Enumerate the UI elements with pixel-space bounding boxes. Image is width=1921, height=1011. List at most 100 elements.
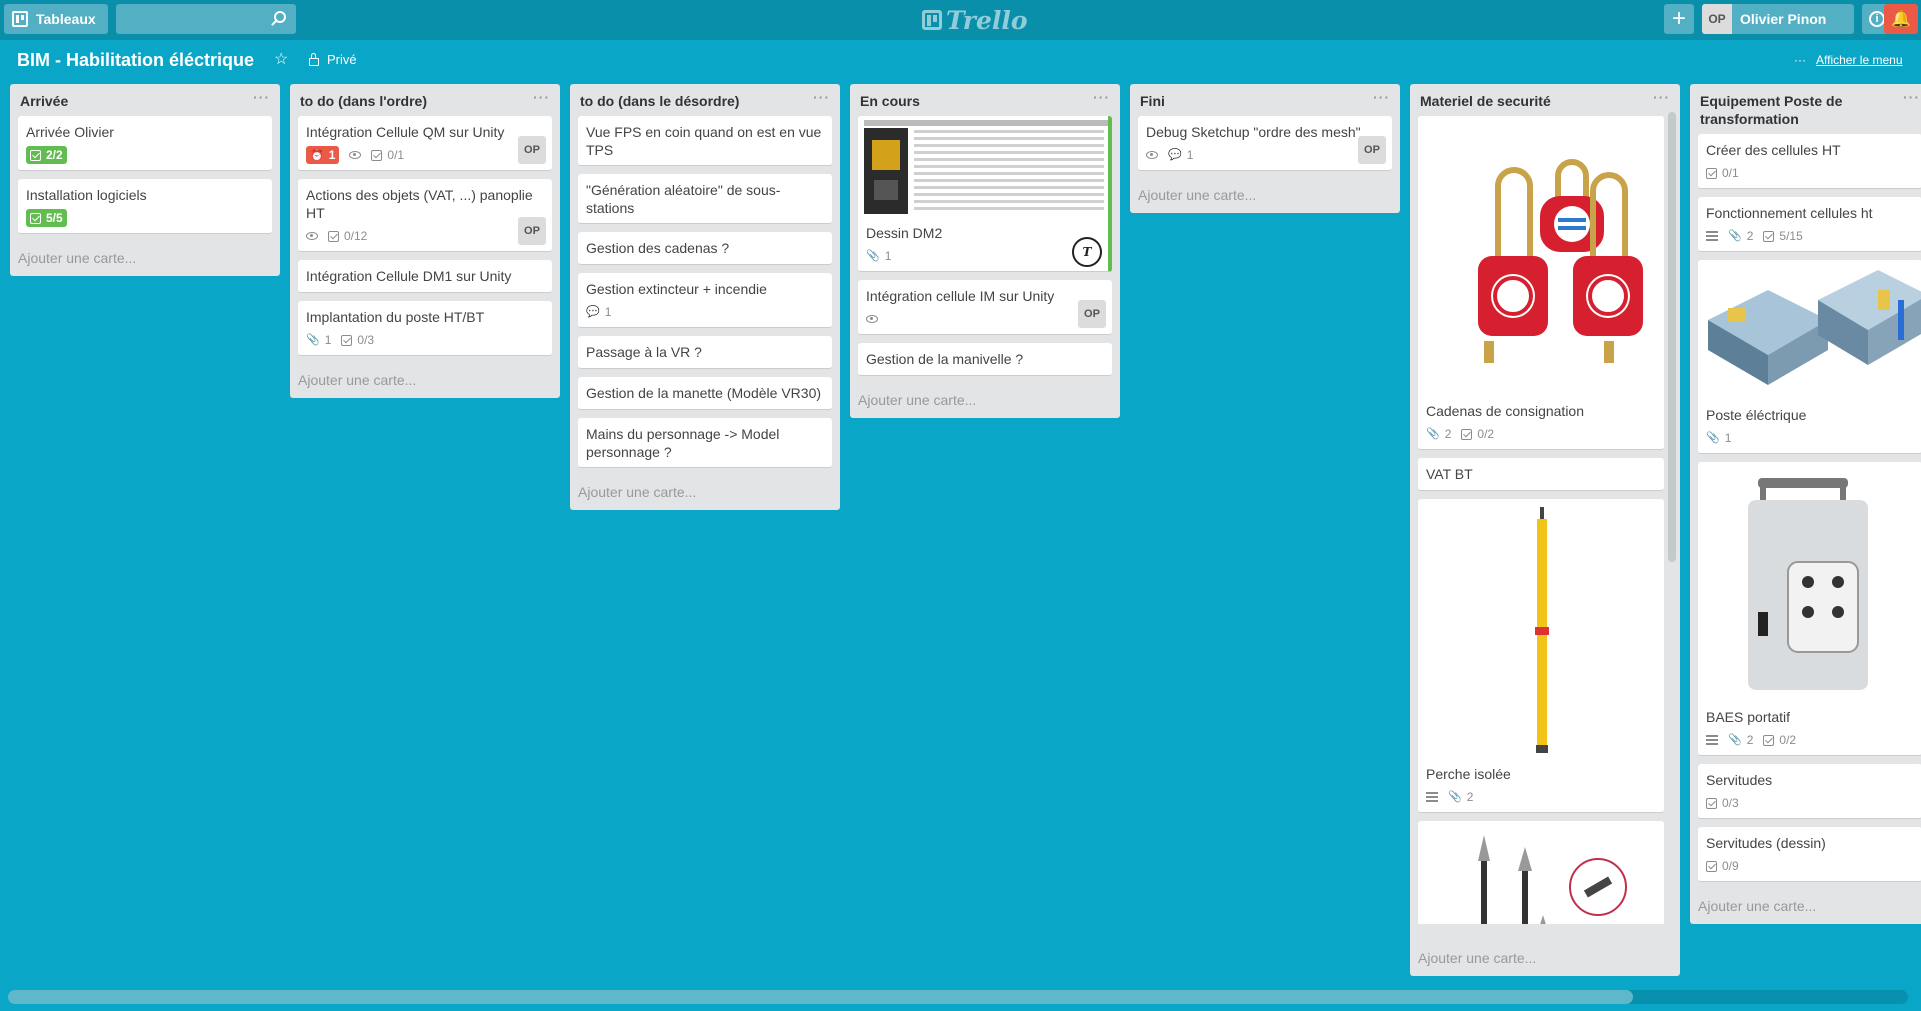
list-title[interactable]: Arrivée bbox=[20, 93, 68, 109]
card[interactable]: Servitudes (dessin) 0/9 bbox=[1698, 827, 1921, 882]
list-menu-icon[interactable]: ··· bbox=[1093, 88, 1110, 106]
card-title: Perche isolée bbox=[1426, 766, 1511, 782]
card[interactable]: Gestion de la manette (Modèle VR30) bbox=[578, 377, 832, 410]
list-title[interactable]: Equipement Poste de transformation bbox=[1700, 93, 1842, 127]
card[interactable]: Intégration Cellule QM sur Unity ⏰ 1 0/1 … bbox=[298, 116, 552, 171]
insulated-pole-image bbox=[1535, 507, 1549, 753]
list-menu-icon[interactable]: ··· bbox=[1903, 88, 1920, 106]
list-scrollbar[interactable] bbox=[1668, 112, 1676, 562]
list-title[interactable]: to do (dans le désordre) bbox=[580, 93, 739, 109]
list-title[interactable]: Materiel de securité bbox=[1420, 93, 1551, 109]
card[interactable]: VAT BT bbox=[1418, 458, 1664, 491]
card[interactable]: Perche isolée 📎 2 bbox=[1418, 499, 1664, 813]
add-card-link[interactable]: Ajouter une carte... bbox=[290, 364, 560, 398]
trello-logo-icon bbox=[922, 10, 942, 30]
card[interactable]: Dessin DM2 📎 1 T bbox=[858, 116, 1112, 272]
checklist-badge: 0/9 bbox=[1706, 859, 1739, 873]
board-title[interactable]: BIM - Habilitation éléctrique bbox=[17, 50, 254, 71]
add-card-link[interactable]: Ajouter une carte... bbox=[1130, 179, 1400, 213]
member-avatar[interactable]: OP bbox=[518, 136, 546, 164]
card-title: BAES portatif bbox=[1706, 709, 1791, 725]
comment-count: 1 bbox=[1186, 148, 1194, 162]
card[interactable]: Fonctionnement cellules ht 📎 2 5/15 bbox=[1698, 197, 1921, 252]
card[interactable]: Gestion extincteur + incendie 💬 1 bbox=[578, 273, 832, 328]
checklist-count: 2/2 bbox=[46, 148, 63, 162]
card[interactable]: Vue FPS en coin quand on est en vue TPS bbox=[578, 116, 832, 166]
checklist-icon bbox=[371, 149, 383, 161]
card-title: Intégration cellule IM sur Unity bbox=[866, 288, 1055, 304]
add-card-link[interactable]: Ajouter une carte... bbox=[10, 242, 280, 276]
attachment-badge: 📎 2 bbox=[1728, 733, 1753, 747]
attachment-count: 2 bbox=[1466, 790, 1474, 804]
plus-icon: + bbox=[1671, 5, 1686, 32]
card[interactable]: Mains du personnage -> Model personnage … bbox=[578, 418, 832, 468]
checklist-badge: 5/15 bbox=[1763, 229, 1803, 243]
visibility-button[interactable]: Privé bbox=[309, 52, 357, 67]
member-avatar[interactable]: OP bbox=[1078, 300, 1106, 328]
card-title: Intégration Cellule QM sur Unity bbox=[306, 124, 505, 140]
add-card-link[interactable]: Ajouter une carte... bbox=[1690, 890, 1921, 924]
trello-logo[interactable]: Trello bbox=[922, 6, 1028, 35]
substation-rooms-image bbox=[1708, 270, 1921, 385]
card-title: Cadenas de consignation bbox=[1426, 403, 1585, 419]
comment-icon: 💬 bbox=[1168, 148, 1182, 161]
card-title: Installation logiciels bbox=[26, 187, 147, 203]
paperclip-icon: 📎 bbox=[1448, 790, 1462, 803]
checklist-count: 0/2 bbox=[1477, 427, 1495, 441]
list-fini: Fini ··· Debug Sketchup "ordre des mesh" … bbox=[1130, 84, 1400, 213]
card[interactable]: Debug Sketchup "ordre des mesh" 💬 1 OP bbox=[1138, 116, 1392, 171]
more-icon: ··· bbox=[1794, 53, 1806, 67]
card[interactable]: Implantation du poste HT/BT 📎 1 0/3 bbox=[298, 301, 552, 356]
add-card-link[interactable]: Ajouter une carte... bbox=[570, 476, 840, 510]
card[interactable]: Passage à la VR ? bbox=[578, 336, 832, 369]
checklist-icon bbox=[1706, 167, 1717, 179]
avatar: OP bbox=[1702, 4, 1732, 34]
watch-icon bbox=[349, 151, 362, 159]
user-menu-button[interactable]: OP Olivier Pinon bbox=[1702, 4, 1854, 34]
star-icon[interactable]: ☆ bbox=[274, 49, 288, 69]
list-menu-icon[interactable]: ··· bbox=[1373, 88, 1390, 106]
member-avatar[interactable]: OP bbox=[1358, 136, 1386, 164]
checklist-badge: 0/1 bbox=[1706, 166, 1739, 180]
card[interactable]: "Génération aléatoire" de sous-stations bbox=[578, 174, 832, 224]
show-menu-label: Afficher le menu bbox=[1816, 53, 1903, 67]
document-thumbnail bbox=[864, 120, 1108, 214]
watch-icon bbox=[866, 315, 878, 323]
card[interactable]: Gestion de la manivelle ? bbox=[858, 343, 1112, 376]
card[interactable]: Installation logiciels 5/5 bbox=[18, 179, 272, 234]
checklist-icon bbox=[30, 212, 41, 224]
card-title: Actions des objets (VAT, ...) panoplie H… bbox=[306, 187, 533, 221]
list-menu-icon[interactable]: ··· bbox=[533, 88, 550, 106]
search-icon[interactable] bbox=[271, 11, 286, 26]
add-card-link[interactable]: Ajouter une carte... bbox=[1410, 942, 1544, 976]
add-card-link[interactable]: Ajouter une carte... bbox=[850, 384, 1120, 418]
paperclip-icon: 📎 bbox=[306, 333, 320, 346]
card[interactable]: Servitudes 0/3 bbox=[1698, 764, 1921, 819]
card[interactable]: BAES portatif 📎 2 0/2 bbox=[1698, 462, 1921, 756]
card[interactable]: Cadenas de consignation 📎 2 0/2 bbox=[1418, 116, 1664, 450]
card[interactable]: Actions des objets (VAT, ...) panoplie H… bbox=[298, 179, 552, 252]
boards-button[interactable]: Tableaux bbox=[4, 4, 108, 34]
show-menu-link[interactable]: ··· Afficher le menu bbox=[1794, 53, 1903, 67]
card[interactable]: Poste éléctrique 📎 1 bbox=[1698, 260, 1921, 454]
checklist-count: 0/12 bbox=[344, 229, 368, 243]
list-menu-icon[interactable]: ··· bbox=[813, 88, 830, 106]
add-button[interactable]: + bbox=[1664, 4, 1694, 34]
checklist-count: 0/3 bbox=[357, 333, 375, 347]
card[interactable]: Intégration Cellule DM1 sur Unity bbox=[298, 260, 552, 293]
list-title[interactable]: En cours bbox=[860, 93, 920, 109]
member-avatar[interactable]: OP bbox=[518, 217, 546, 245]
list-menu-icon[interactable]: ··· bbox=[1653, 88, 1670, 106]
list-menu-icon[interactable]: ··· bbox=[253, 88, 270, 106]
search-input[interactable] bbox=[116, 4, 296, 34]
card[interactable]: Gestion des cadenas ? bbox=[578, 232, 832, 265]
checklist-icon bbox=[1706, 860, 1717, 872]
list-title[interactable]: Fini bbox=[1140, 93, 1165, 109]
list-title[interactable]: to do (dans l'ordre) bbox=[300, 93, 427, 109]
card[interactable]: Arrivée Olivier 2/2 bbox=[18, 116, 272, 171]
card[interactable]: Intégration cellule IM sur Unity OP bbox=[858, 280, 1112, 335]
notifications-button[interactable]: 🔔 bbox=[1884, 4, 1918, 34]
card[interactable] bbox=[1418, 821, 1664, 924]
board-scrollbar-thumb[interactable] bbox=[8, 990, 1633, 1004]
card[interactable]: Créer des cellules HT 0/1 bbox=[1698, 134, 1921, 189]
